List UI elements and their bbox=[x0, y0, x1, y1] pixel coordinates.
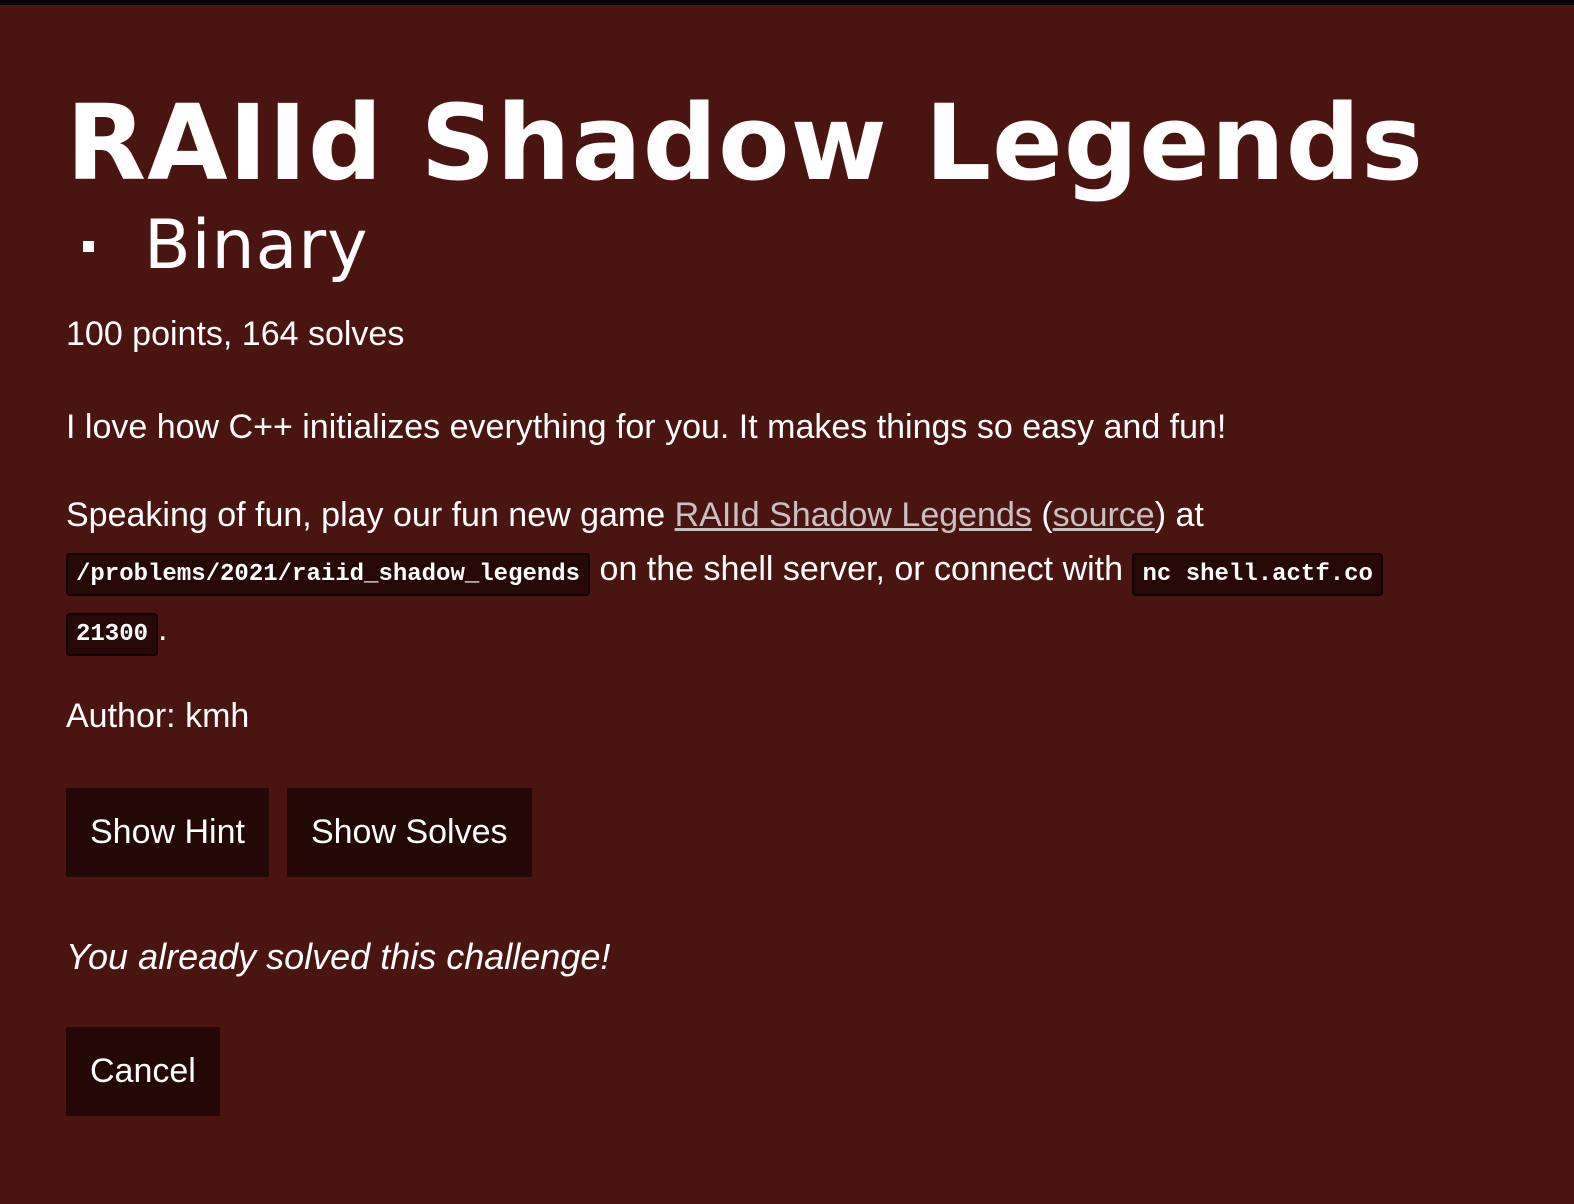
category-row: Binary bbox=[66, 206, 1496, 286]
description-prefix: Speaking of fun, play our fun new game bbox=[66, 496, 675, 534]
show-hint-button[interactable]: Show Hint bbox=[66, 788, 269, 877]
challenge-modal: RAIId Shadow Legends Binary 100 points, … bbox=[66, 78, 1496, 1116]
description-middle: on the shell server, or connect with bbox=[590, 550, 1133, 588]
description-line-2: Speaking of fun, play our fun new game R… bbox=[66, 488, 1496, 662]
bullet-icon bbox=[83, 240, 94, 252]
cancel-row: Cancel bbox=[66, 1027, 1496, 1116]
challenge-title: RAIId Shadow Legends bbox=[66, 82, 1425, 204]
path-code: /problems/2021/raiid_shadow_legends bbox=[66, 553, 591, 596]
description-suffix: . bbox=[158, 610, 168, 648]
solved-message: You already solved this challenge! bbox=[66, 936, 611, 977]
category-label: Binary bbox=[144, 206, 369, 285]
show-solves-button[interactable]: Show Solves bbox=[286, 788, 532, 877]
author: Author: kmh bbox=[66, 697, 250, 735]
top-border bbox=[0, 0, 1574, 5]
nc-code: nc shell.actf.co bbox=[1132, 553, 1383, 596]
paren-close: ) at bbox=[1154, 496, 1204, 534]
port-code: 21300 bbox=[66, 613, 159, 656]
cancel-button[interactable]: Cancel bbox=[66, 1027, 220, 1116]
action-buttons: Show Hint Show Solves bbox=[66, 788, 1496, 877]
points-solves: 100 points, 164 solves bbox=[66, 315, 405, 353]
paren-open: ( bbox=[1031, 496, 1053, 534]
game-link[interactable]: RAIId Shadow Legends bbox=[675, 496, 1032, 534]
description-line-1: I love how C++ initializes everything fo… bbox=[66, 408, 1227, 446]
source-link[interactable]: source bbox=[1053, 496, 1155, 534]
